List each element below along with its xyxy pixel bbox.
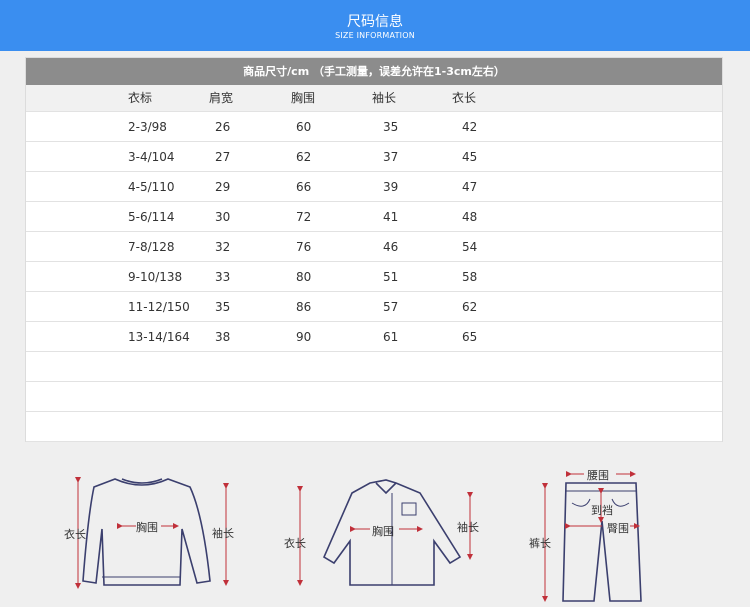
table-cell: 35	[215, 300, 231, 314]
shirt-length-label: 衣长	[284, 537, 306, 550]
size-table: 商品尺寸/cm （手工测量，误差允许在1-3cm左右） 衣标 肩宽 胸围 袖长 …	[25, 57, 723, 442]
col-header-label: 衣标	[128, 91, 153, 105]
table-cell: 42	[462, 120, 478, 134]
table-cell: 66	[296, 180, 312, 194]
table-caption: 商品尺寸/cm （手工测量，误差允许在1-3cm左右）	[26, 58, 722, 85]
table-cell: 41	[383, 210, 399, 224]
page-title: 尺码信息	[347, 14, 403, 30]
table-cell: 26	[215, 120, 231, 134]
pants-crotch-label: 到裆	[591, 504, 613, 517]
table-cell: 9-10/138	[128, 270, 183, 284]
table-cell: 76	[296, 240, 312, 254]
table-cell: 7-8/128	[128, 240, 175, 254]
table-cell: 62	[296, 150, 312, 164]
table-row: 5-6/114 30 72 41 48	[26, 202, 722, 232]
table-cell: 90	[296, 330, 312, 344]
table-cell: 48	[462, 210, 478, 224]
sweater-chest-label: 胸围	[136, 521, 158, 534]
table-row: 4-5/110 29 66 39 47	[26, 172, 722, 202]
pants-hip-label: 臀围	[607, 522, 629, 535]
table-cell: 60	[296, 120, 312, 134]
table-cell: 38	[215, 330, 231, 344]
table-cell: 58	[462, 270, 478, 284]
pants-length-label: 裤长	[529, 537, 551, 550]
table-row: 11-12/150 35 86 57 62	[26, 292, 722, 322]
pants-outline	[562, 482, 642, 602]
table-cell: 51	[383, 270, 399, 284]
table-cell: 35	[383, 120, 399, 134]
table-cell: 4-5/110	[128, 180, 175, 194]
col-header-length: 衣长	[452, 91, 477, 105]
page-subtitle: SIZE INFORMATION	[335, 31, 415, 40]
table-cell: 3-4/104	[128, 150, 175, 164]
table-cell: 11-12/150	[128, 300, 190, 314]
pants-waist-label: 腰围	[587, 469, 609, 482]
table-cell: 39	[383, 180, 399, 194]
table-cell: 2-3/98	[128, 120, 167, 134]
table-row: 2-3/98 26 60 35 42	[26, 112, 722, 142]
shirt-sleeve-label: 袖长	[457, 521, 479, 534]
table-cell: 54	[462, 240, 478, 254]
table-row: 9-10/138 33 80 51 58	[26, 262, 722, 292]
table-cell: 29	[215, 180, 231, 194]
table-cell: 46	[383, 240, 399, 254]
sweater-length-label: 衣长	[64, 528, 86, 541]
table-cell: 47	[462, 180, 478, 194]
table-cell: 13-14/164	[128, 330, 190, 344]
col-header-chest: 胸围	[291, 91, 316, 105]
table-row: 3-4/104 27 62 37 45	[26, 142, 722, 172]
table-row: 7-8/128 32 76 46 54	[26, 232, 722, 262]
table-cell: 45	[462, 150, 478, 164]
shirt-chest-label: 胸围	[372, 525, 394, 538]
table-cell: 72	[296, 210, 312, 224]
col-header-sleeve: 袖长	[372, 91, 397, 105]
table-cell: 5-6/114	[128, 210, 175, 224]
table-row	[26, 352, 722, 382]
col-header-shoulder: 肩宽	[209, 91, 234, 105]
table-cell: 62	[462, 300, 478, 314]
table-cell: 80	[296, 270, 312, 284]
pants-diagram	[562, 482, 642, 602]
table-row: 13-14/164 38 90 61 65	[26, 322, 722, 352]
sweater-sleeve-label: 袖长	[212, 527, 234, 540]
table-cell: 33	[215, 270, 231, 284]
table-cell: 30	[215, 210, 231, 224]
table-cell: 86	[296, 300, 312, 314]
table-cell: 65	[462, 330, 478, 344]
table-row	[26, 412, 722, 442]
table-row	[26, 382, 722, 412]
table-cell: 32	[215, 240, 231, 254]
table-cell: 61	[383, 330, 399, 344]
table-cell: 27	[215, 150, 231, 164]
table-header-row: 衣标 肩宽 胸围 袖长 衣长	[26, 85, 722, 112]
table-cell: 37	[383, 150, 399, 164]
table-cell: 57	[383, 300, 399, 314]
page-header: 尺码信息 SIZE INFORMATION	[0, 0, 750, 51]
